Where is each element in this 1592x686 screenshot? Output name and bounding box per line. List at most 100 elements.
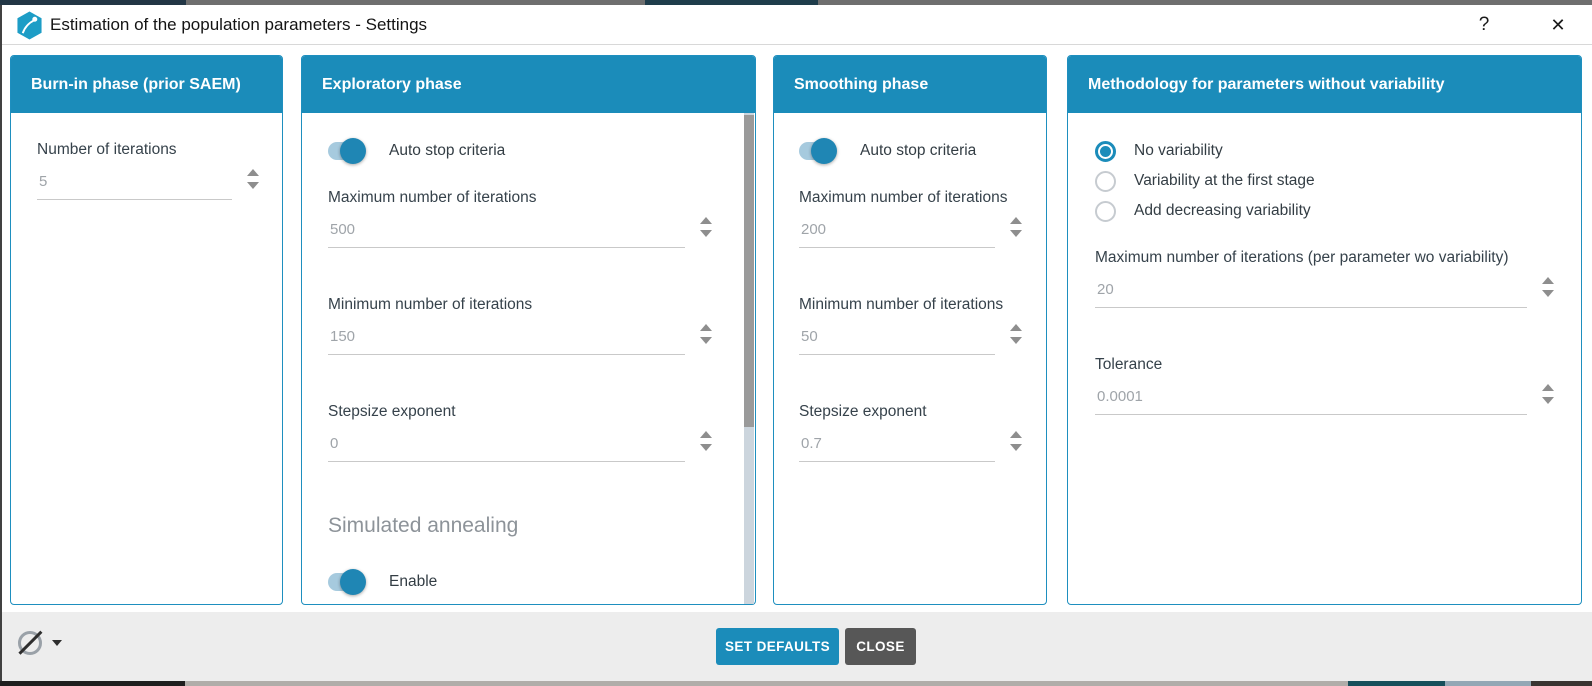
spinner: [1540, 273, 1555, 308]
simulated-annealing-enable-toggle[interactable]: [328, 573, 365, 591]
number-of-iterations-input[interactable]: 5: [37, 165, 232, 200]
radio-add-decreasing-variability[interactable]: Add decreasing variability: [1095, 196, 1311, 226]
auto-stop-toggle-row: Auto stop criteria: [799, 138, 976, 164]
radio-label: Variability at the first stage: [1134, 172, 1315, 190]
background-window-segment: [1445, 681, 1531, 686]
auto-stop-toggle-row: Auto stop criteria: [328, 138, 505, 164]
spinner-up-icon[interactable]: [1010, 217, 1022, 224]
field-number-of-iterations: Number of iterations 5: [37, 141, 260, 200]
spinner: [1540, 380, 1555, 415]
min-iterations-input[interactable]: 50: [799, 320, 995, 355]
spinner-down-icon[interactable]: [1542, 290, 1554, 297]
simulated-annealing-title: Simulated annealing: [328, 514, 518, 538]
dropdown-caret-icon: [52, 640, 62, 646]
field-label: Tolerance: [1095, 356, 1555, 374]
field-stepsize-exponent: Stepsize exponent 0.7: [799, 403, 1023, 462]
window-title: Estimation of the population parameters …: [50, 5, 427, 45]
max-iterations-wo-variability-input[interactable]: 20: [1095, 273, 1527, 308]
spinner-up-icon[interactable]: [700, 217, 712, 224]
radio-no-variability[interactable]: No variability: [1095, 136, 1223, 166]
background-window-edge-left: [0, 5, 2, 686]
min-iterations-input[interactable]: 150: [328, 320, 685, 355]
close-button[interactable]: CLOSE: [845, 628, 916, 665]
field-stepsize-exponent: Stepsize exponent 0: [328, 403, 713, 462]
set-defaults-button[interactable]: SET DEFAULTS: [716, 628, 839, 665]
panel-body: Auto stop criteria Maximum number of ite…: [302, 113, 755, 604]
toggle-label: Enable: [389, 573, 437, 591]
field-label: Maximum number of iterations (per parame…: [1095, 249, 1555, 267]
spinner-down-icon[interactable]: [700, 337, 712, 344]
spinner-up-icon[interactable]: [247, 169, 259, 176]
max-iterations-input[interactable]: 500: [328, 213, 685, 248]
auto-stop-toggle[interactable]: [799, 142, 836, 160]
toggle-knob: [811, 138, 837, 164]
scrollbar-thumb[interactable]: [744, 115, 754, 427]
max-iterations-input[interactable]: 200: [799, 213, 995, 248]
toggle-knob: [340, 569, 366, 595]
spinner-down-icon[interactable]: [247, 182, 259, 189]
stepsize-exponent-input[interactable]: 0: [328, 427, 685, 462]
spinner-up-icon[interactable]: [1542, 277, 1554, 284]
spinner: [698, 213, 713, 248]
spinner-up-icon[interactable]: [1010, 324, 1022, 331]
background-window-edge-bottom: [0, 681, 1592, 686]
field-min-iterations: Minimum number of iterations 150: [328, 296, 713, 355]
radio-label: Add decreasing variability: [1134, 202, 1311, 220]
settings-dialog: Estimation of the population parameters …: [0, 0, 1592, 686]
field-label: Maximum number of iterations: [328, 189, 713, 207]
panel-header: Burn-in phase (prior SAEM): [11, 56, 282, 113]
field-label: Minimum number of iterations: [328, 296, 713, 314]
field-label: Stepsize exponent: [328, 403, 713, 421]
close-icon[interactable]: ✕: [1543, 11, 1573, 39]
spinner-up-icon[interactable]: [700, 324, 712, 331]
panel-body: Number of iterations 5: [11, 113, 282, 604]
radio-variability-first-stage[interactable]: Variability at the first stage: [1095, 166, 1315, 196]
background-window-segment: [645, 0, 818, 5]
field-max-iterations: Maximum number of iterations 500: [328, 189, 713, 248]
spinner: [1008, 213, 1023, 248]
auto-stop-toggle[interactable]: [328, 142, 365, 160]
enable-toggle-row: Enable: [328, 569, 437, 595]
spinner: [698, 320, 713, 355]
scrollbar-track[interactable]: [744, 113, 754, 604]
spinner: [698, 427, 713, 462]
field-label: Minimum number of iterations: [799, 296, 1023, 314]
panel-smoothing-phase: Smoothing phase Auto stop criteria Maxim…: [773, 55, 1047, 605]
spinner-down-icon[interactable]: [1010, 230, 1022, 237]
field-max-iterations: Maximum number of iterations 200: [799, 189, 1023, 248]
panel-header: Methodology for parameters without varia…: [1068, 56, 1581, 113]
spinner-down-icon[interactable]: [1542, 397, 1554, 404]
toggle-label: Auto stop criteria: [860, 142, 976, 160]
spinner-up-icon[interactable]: [1542, 384, 1554, 391]
panel-body: No variability Variability at the first …: [1068, 113, 1581, 604]
panel-header: Exploratory phase: [302, 56, 755, 113]
spinner: [245, 165, 260, 200]
field-label: Stepsize exponent: [799, 403, 1023, 421]
monolix-logo-icon: [16, 11, 43, 40]
toggle-label: Auto stop criteria: [389, 142, 505, 160]
tolerance-input[interactable]: 0.0001: [1095, 380, 1527, 415]
toggle-knob: [340, 138, 366, 164]
field-max-iterations-wo-variability: Maximum number of iterations (per parame…: [1095, 249, 1555, 308]
background-window-segment: [0, 681, 185, 686]
spinner-up-icon[interactable]: [1010, 431, 1022, 438]
radio-icon: [1095, 171, 1116, 192]
radio-label: No variability: [1134, 142, 1223, 160]
empty-set-dropdown[interactable]: [14, 626, 66, 662]
background-window-segment: [0, 0, 186, 5]
spinner-up-icon[interactable]: [700, 431, 712, 438]
panel-burnin-phase: Burn-in phase (prior SAEM) Number of ite…: [10, 55, 283, 605]
spinner-down-icon[interactable]: [1010, 337, 1022, 344]
panel-header: Smoothing phase: [774, 56, 1046, 113]
field-label: Number of iterations: [37, 141, 260, 159]
background-window-segment: [1348, 681, 1445, 686]
spinner-down-icon[interactable]: [700, 444, 712, 451]
stepsize-exponent-input[interactable]: 0.7: [799, 427, 995, 462]
spinner-down-icon[interactable]: [1010, 444, 1022, 451]
panel-methodology: Methodology for parameters without varia…: [1067, 55, 1582, 605]
spinner: [1008, 427, 1023, 462]
help-icon[interactable]: ?: [1470, 11, 1498, 39]
field-tolerance: Tolerance 0.0001: [1095, 356, 1555, 415]
spinner-down-icon[interactable]: [700, 230, 712, 237]
field-label: Maximum number of iterations: [799, 189, 1023, 207]
